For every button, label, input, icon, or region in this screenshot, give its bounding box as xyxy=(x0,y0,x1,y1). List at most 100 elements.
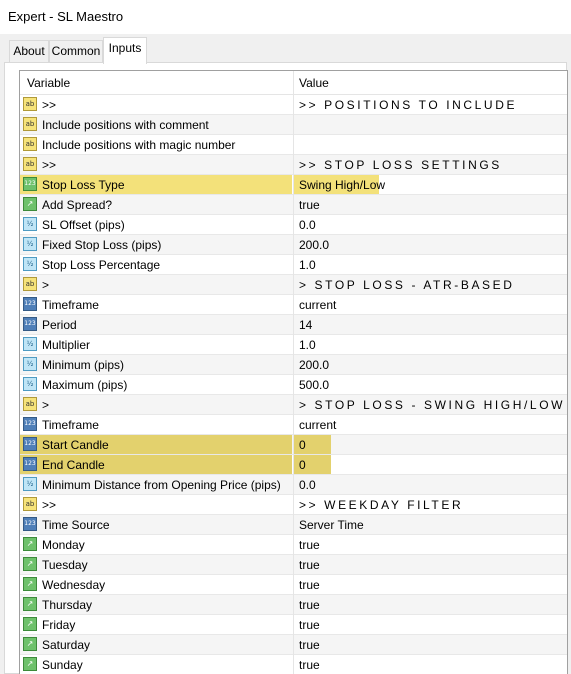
section-row[interactable]: ab >> >> POSITIONS TO INCLUDE xyxy=(20,95,567,115)
string-type-icon: ab xyxy=(23,277,37,291)
input-row[interactable]: ↗ Wednesday true xyxy=(20,575,567,595)
tab-common[interactable]: Common xyxy=(49,40,103,62)
variable-value[interactable]: true xyxy=(299,658,320,672)
variable-value[interactable]: > STOP LOSS - ATR-BASED xyxy=(299,278,515,292)
variable-value[interactable]: 0.0 xyxy=(299,478,316,492)
variable-name: > xyxy=(42,398,50,412)
string-type-icon: ab xyxy=(23,117,37,131)
input-row[interactable]: 123 Period 14 xyxy=(20,315,567,335)
variable-value[interactable]: Swing High/Low xyxy=(299,178,385,192)
variable-value[interactable]: > STOP LOSS - SWING HIGH/LOW xyxy=(299,398,565,412)
input-row[interactable]: ↗ Saturday true xyxy=(20,635,567,655)
string-type-icon: ab xyxy=(23,157,37,171)
input-row[interactable]: ½ Minimum Distance from Opening Price (pi… xyxy=(20,475,567,495)
header-separator[interactable] xyxy=(293,71,294,94)
variable-name: Timeframe xyxy=(42,418,99,432)
variable-name: SL Offset (pips) xyxy=(42,218,125,232)
input-row[interactable]: ↗ Monday true xyxy=(20,535,567,555)
variable-name: Stop Loss Percentage xyxy=(42,258,161,272)
boolean-type-icon: ↗ xyxy=(23,537,37,551)
input-row[interactable]: 123 Timeframe current xyxy=(20,415,567,435)
variable-value[interactable]: 200.0 xyxy=(299,358,329,372)
variable-value[interactable]: >> WEEKDAY FILTER xyxy=(299,498,463,512)
column-divider xyxy=(293,555,294,575)
variable-name: >> xyxy=(42,498,57,512)
input-row[interactable]: ↗ Add Spread? true xyxy=(20,195,567,215)
variable-value[interactable]: true xyxy=(299,198,320,212)
input-row[interactable]: 123 Timeframe current xyxy=(20,295,567,315)
boolean-type-icon: ↗ xyxy=(23,617,37,631)
variable-value[interactable]: true xyxy=(299,638,320,652)
variable-value[interactable]: >> POSITIONS TO INCLUDE xyxy=(299,98,517,112)
column-divider xyxy=(293,435,294,455)
section-row[interactable]: ab >> >> WEEKDAY FILTER xyxy=(20,495,567,515)
input-row[interactable]: ½ Fixed Stop Loss (pips) 200.0 xyxy=(20,235,567,255)
input-row[interactable]: ab Include positions with comment xyxy=(20,115,567,135)
column-divider xyxy=(293,235,294,255)
variable-value[interactable]: true xyxy=(299,578,320,592)
variable-value[interactable]: 0.0 xyxy=(299,218,316,232)
input-row[interactable]: 123 Start Candle 0 xyxy=(20,435,567,455)
header-variable[interactable]: Variable xyxy=(27,76,70,90)
integer-type-icon: 123 xyxy=(23,317,37,331)
variable-name: Period xyxy=(42,318,77,332)
input-row[interactable]: 123 End Candle 0 xyxy=(20,455,567,475)
variable-value[interactable]: 1.0 xyxy=(299,338,316,352)
variable-value[interactable]: true xyxy=(299,598,320,612)
variable-value[interactable]: >> STOP LOSS SETTINGS xyxy=(299,158,502,172)
variable-name: Timeframe xyxy=(42,298,99,312)
input-row[interactable]: 123 Time Source Server Time xyxy=(20,515,567,535)
section-row[interactable]: ab > > STOP LOSS - ATR-BASED xyxy=(20,275,567,295)
variable-name: Tuesday xyxy=(42,558,88,572)
section-row[interactable]: ab >> >> STOP LOSS SETTINGS xyxy=(20,155,567,175)
integer-type-icon: 123 xyxy=(23,297,37,311)
variable-value[interactable]: true xyxy=(299,538,320,552)
variable-value[interactable]: current xyxy=(299,418,336,432)
column-divider xyxy=(293,335,294,355)
variable-name: Sunday xyxy=(42,658,83,672)
header-value[interactable]: Value xyxy=(299,76,329,90)
variable-name: Monday xyxy=(42,538,85,552)
variable-value[interactable]: 14 xyxy=(299,318,312,332)
variable-value[interactable]: true xyxy=(299,558,320,572)
section-row[interactable]: ab > > STOP LOSS - SWING HIGH/LOW xyxy=(20,395,567,415)
input-row[interactable]: ↗ Thursday true xyxy=(20,595,567,615)
variable-name: End Candle xyxy=(42,458,105,472)
input-row[interactable]: ab Include positions with magic number xyxy=(20,135,567,155)
variable-value[interactable]: 500.0 xyxy=(299,378,329,392)
tab-bar: About Common Inputs xyxy=(0,34,571,64)
variable-value[interactable]: 0 xyxy=(299,458,306,472)
variable-name: Multiplier xyxy=(42,338,91,352)
variable-name: Saturday xyxy=(42,638,91,652)
variable-value[interactable]: 1.0 xyxy=(299,258,316,272)
variable-value[interactable]: true xyxy=(299,618,320,632)
column-divider xyxy=(293,275,294,295)
column-divider xyxy=(293,615,294,635)
variable-name: Minimum Distance from Opening Price (pip… xyxy=(42,478,281,492)
input-row[interactable]: ½ Stop Loss Percentage 1.0 xyxy=(20,255,567,275)
variable-name: Include positions with magic number xyxy=(42,138,236,152)
variable-name: Start Candle xyxy=(42,438,109,452)
column-divider xyxy=(293,155,294,175)
tab-about[interactable]: About xyxy=(9,40,49,62)
tab-inputs[interactable]: Inputs xyxy=(103,37,147,64)
input-row[interactable]: ½ Multiplier 1.0 xyxy=(20,335,567,355)
boolean-type-icon: ↗ xyxy=(23,197,37,211)
column-divider xyxy=(293,295,294,315)
variable-value[interactable]: Server Time xyxy=(299,518,364,532)
variable-value[interactable]: 0 xyxy=(299,438,306,452)
variable-name: Add Spread? xyxy=(42,198,113,212)
double-type-icon: ½ xyxy=(23,477,37,491)
input-row[interactable]: ½ SL Offset (pips) 0.0 xyxy=(20,215,567,235)
variable-name: Time Source xyxy=(42,518,110,532)
input-row[interactable]: ↗ Sunday true xyxy=(20,655,567,674)
variable-value[interactable]: current xyxy=(299,298,336,312)
input-row[interactable]: ½ Minimum (pips) 200.0 xyxy=(20,355,567,375)
input-row[interactable]: ↗ Friday true xyxy=(20,615,567,635)
variable-name: Stop Loss Type xyxy=(42,178,125,192)
input-row[interactable]: 123 Stop Loss Type Swing High/Low xyxy=(20,175,567,195)
input-row[interactable]: ½ Maximum (pips) 500.0 xyxy=(20,375,567,395)
input-row[interactable]: ↗ Tuesday true xyxy=(20,555,567,575)
variable-name: Minimum (pips) xyxy=(42,358,125,372)
variable-value[interactable]: 200.0 xyxy=(299,238,329,252)
